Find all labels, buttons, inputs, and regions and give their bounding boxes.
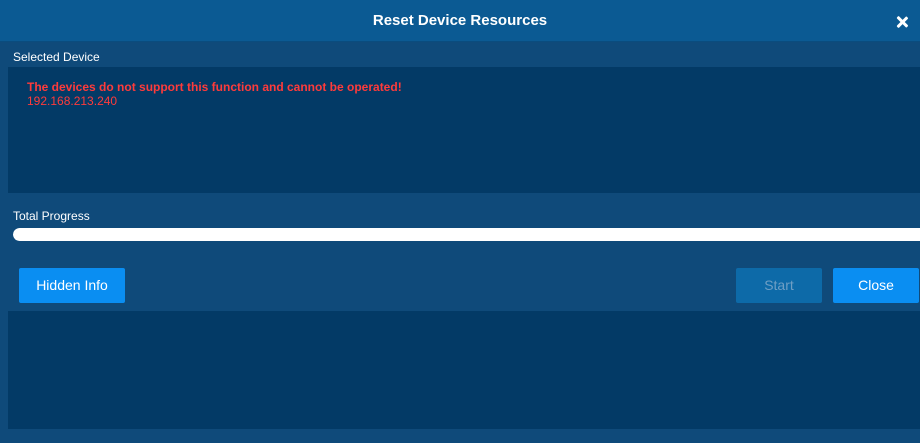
total-progress-bar (13, 228, 920, 241)
hidden-info-button[interactable]: Hidden Info (19, 268, 125, 303)
progress-fill (13, 228, 920, 241)
device-ip: 192.168.213.240 (27, 94, 118, 108)
reset-device-dialog: Reset Device Resources Selected Device T… (0, 0, 920, 443)
close-icon[interactable] (894, 14, 910, 30)
dialog-titlebar: Reset Device Resources (0, 0, 920, 42)
total-progress-label: Total Progress (13, 209, 90, 223)
close-button[interactable]: Close (833, 268, 919, 303)
start-button[interactable]: Start (736, 268, 822, 303)
info-log-panel (8, 311, 920, 429)
error-message: The devices do not support this function… (27, 80, 402, 94)
dialog-title: Reset Device Resources (372, 12, 548, 29)
selected-device-label: Selected Device (13, 50, 100, 64)
